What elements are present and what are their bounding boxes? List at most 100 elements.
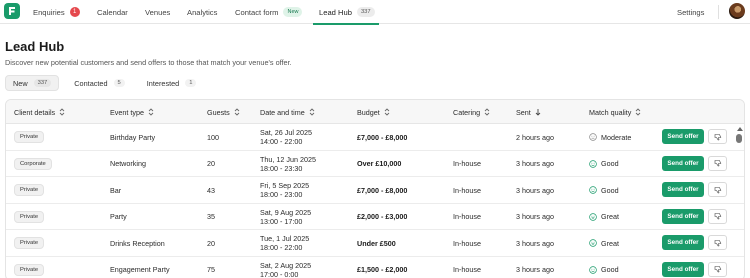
thumbs-down-icon <box>714 213 721 220</box>
not-interested-button[interactable] <box>708 129 727 144</box>
table-row[interactable]: Corporate Networking 20 Thu, 12 Jun 2025… <box>6 151 744 177</box>
grin-face-icon <box>589 239 597 247</box>
column-client-details[interactable]: Client details <box>14 100 65 124</box>
sort-icon <box>636 108 641 116</box>
client-type-badge: Corporate <box>14 157 52 170</box>
match-quality: Great <box>589 204 619 230</box>
venue-logo-icon[interactable] <box>4 3 20 19</box>
nav-enquiries[interactable]: Enquiries 1 <box>33 0 80 24</box>
nav-calendar[interactable]: Calendar <box>97 0 128 24</box>
date-time: Tue, 1 Jul 2025 18:00 - 22:00 <box>260 230 309 256</box>
send-offer-button[interactable]: Send offer <box>662 182 704 197</box>
send-offer-button[interactable]: Send offer <box>662 155 704 171</box>
event-time: 18:00 - 23:00 <box>260 190 303 199</box>
tab-interested[interactable]: Interested 1 <box>140 75 204 91</box>
match-quality-label: Moderate <box>601 132 632 142</box>
budget: Over £10,000 <box>357 159 402 168</box>
catering: In-house <box>453 212 481 221</box>
smile-face-icon <box>589 186 597 194</box>
event-date: Fri, 5 Sep 2025 <box>260 181 310 190</box>
event-time: 17:00 - 0:00 <box>260 269 299 278</box>
date-time: Sat, 9 Aug 2025 13:00 - 17:00 <box>260 204 311 230</box>
budget: Under £500 <box>357 238 396 248</box>
event-time: 18:00 - 23:30 <box>260 163 303 173</box>
send-offer-button[interactable]: Send offer <box>662 208 704 224</box>
enquiries-count-badge: 1 <box>69 7 80 17</box>
table-row[interactable]: Private Drinks Reception 20 Tue, 1 Jul 2… <box>6 230 744 257</box>
send-offer-button[interactable]: Send offer <box>662 261 704 277</box>
nav-analytics[interactable]: Analytics <box>187 0 217 24</box>
sent-time: 2 hours ago <box>516 132 554 142</box>
column-sent[interactable]: Sent <box>516 100 541 124</box>
event-date: Thu, 12 Jun 2025 <box>260 154 316 164</box>
nav-lead-hub[interactable]: Lead Hub 337 <box>313 0 379 25</box>
budget: £1,500 - £2,000 <box>357 265 408 274</box>
guests-count: 20 <box>207 159 215 168</box>
column-guests-label: Guests <box>207 107 230 117</box>
nav-venues[interactable]: Venues <box>145 0 170 24</box>
match-quality: Moderate <box>589 124 631 150</box>
thumbs-down-icon <box>714 133 721 140</box>
sent-time: 3 hours ago <box>516 212 554 221</box>
thumbs-down-icon <box>714 239 721 246</box>
table-row[interactable]: Private Birthday Party 100 Sat, 26 Jul 2… <box>6 124 744 151</box>
send-offer-button[interactable]: Send offer <box>662 129 704 144</box>
nav-settings[interactable]: Settings <box>677 0 704 24</box>
table-row[interactable]: Private Party 35 Sat, 9 Aug 2025 13:00 -… <box>6 204 744 230</box>
not-interested-button[interactable] <box>708 235 727 250</box>
event-time: 13:00 - 17:00 <box>260 216 303 226</box>
thumbs-down-icon <box>714 186 721 193</box>
nav-enquiries-label: Enquiries <box>33 7 65 17</box>
tab-new[interactable]: New 337 <box>5 75 60 91</box>
not-interested-button[interactable] <box>708 261 727 277</box>
client-type-badge: Private <box>14 184 45 196</box>
catering: In-house <box>453 185 481 195</box>
date-time: Sat, 26 Jul 2025 14:00 - 22:00 <box>260 124 312 150</box>
user-avatar[interactable] <box>729 3 745 19</box>
budget: £2,000 - £3,000 <box>357 212 408 221</box>
event-date: Sat, 9 Aug 2025 <box>260 207 312 217</box>
scroll-thumb[interactable] <box>736 134 742 143</box>
column-date-time[interactable]: Date and time <box>260 100 315 124</box>
not-interested-button[interactable] <box>708 208 727 224</box>
sent-time: 3 hours ago <box>516 159 554 168</box>
guests-count: 75 <box>207 265 215 274</box>
nav-venues-label: Venues <box>145 7 171 17</box>
not-interested-button[interactable] <box>708 182 727 197</box>
thumbs-down-icon <box>714 160 721 167</box>
column-budget[interactable]: Budget <box>357 100 390 124</box>
scroll-up-arrow-icon[interactable] <box>737 127 743 131</box>
column-guests[interactable]: Guests <box>207 100 240 124</box>
event-time: 18:00 - 22:00 <box>260 243 303 252</box>
tab-contacted[interactable]: Contacted 5 <box>67 75 132 91</box>
match-quality: Good <box>589 177 619 203</box>
table-scrollbar[interactable] <box>734 124 744 278</box>
column-event-type[interactable]: Event type <box>110 100 154 124</box>
sort-icon <box>384 108 390 116</box>
sent-time: 3 hours ago <box>516 185 554 195</box>
event-date: Tue, 1 Jul 2025 <box>260 234 310 243</box>
not-interested-button[interactable] <box>708 155 727 171</box>
table-row[interactable]: Private Bar 43 Fri, 5 Sep 2025 18:00 - 2… <box>6 177 744 204</box>
new-badge: New <box>283 7 303 17</box>
event-time: 14:00 - 22:00 <box>260 137 303 146</box>
client-type-badge: Private <box>14 131 45 143</box>
column-sent-label: Sent <box>516 107 531 117</box>
grin-face-icon <box>589 212 597 221</box>
tab-new-count: 337 <box>33 79 52 87</box>
column-catering-label: Catering <box>453 107 481 117</box>
column-catering[interactable]: Catering <box>453 100 490 124</box>
send-offer-button[interactable]: Send offer <box>662 235 704 250</box>
column-match-quality-label: Match quality <box>589 107 632 117</box>
column-match-quality[interactable]: Match quality <box>589 100 641 124</box>
event-date: Sat, 2 Aug 2025 <box>260 260 312 270</box>
match-quality: Good <box>589 257 619 278</box>
guests-count: 100 <box>207 132 219 142</box>
event-type: Engagement Party <box>110 265 170 274</box>
top-navigation: Enquiries 1 Calendar Venues Analytics Co… <box>0 0 750 25</box>
match-quality-label: Good <box>601 265 619 274</box>
tab-contacted-count: 5 <box>113 79 125 87</box>
sort-icon <box>234 108 240 116</box>
nav-contact-form[interactable]: Contact form New <box>235 0 303 24</box>
table-row[interactable]: Private Engagement Party 75 Sat, 2 Aug 2… <box>6 257 744 278</box>
